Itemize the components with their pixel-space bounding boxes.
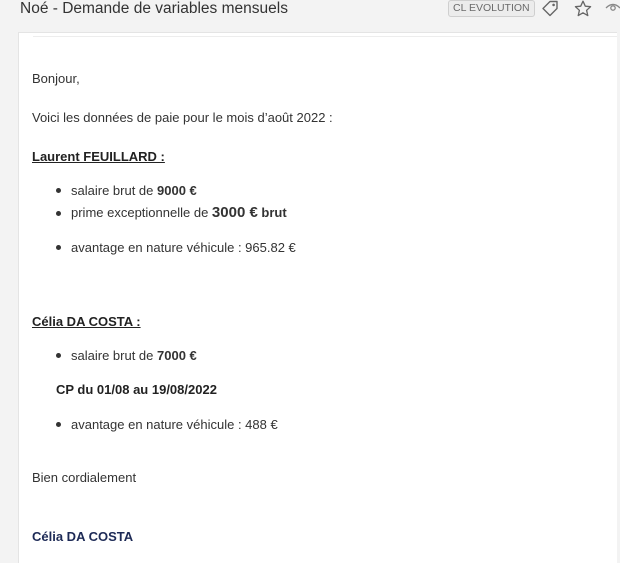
email-subject: Noé - Demande de variables mensuels [20, 0, 288, 17]
bullet [56, 211, 61, 216]
closing: Bien cordialement [32, 470, 137, 485]
email-body: Bonjour, Voici les données de paie pour … [18, 32, 617, 563]
intro-text: Voici les données de paie pour le mois d… [32, 110, 333, 125]
bullet [56, 353, 61, 358]
list-item: avantage en nature véhicule : 965.82 € [71, 240, 296, 255]
label-badge[interactable]: CL EVOLUTION [448, 0, 535, 17]
employee-name: Laurent FEUILLARD : [32, 149, 165, 164]
list-item: salaire brut de 7000 € [71, 348, 197, 363]
list-item: avantage en nature véhicule : 488 € [71, 417, 278, 432]
bullet [56, 188, 61, 193]
eye-icon[interactable] [605, 0, 620, 18]
greeting: Bonjour, [32, 71, 80, 86]
divider [33, 36, 617, 37]
signature-name: Célia DA COSTA [32, 529, 134, 544]
tag-icon[interactable] [540, 0, 560, 18]
list-item: salaire brut de 9000 € [71, 183, 197, 198]
bullet [56, 245, 61, 250]
message-header: Noé - Demande de variables mensuels CL E… [0, 0, 620, 26]
list-item: prime exceptionnelle de 3000 € brut [71, 204, 287, 221]
star-icon[interactable] [573, 0, 593, 18]
bullet [56, 422, 61, 427]
leave-note: CP du 01/08 au 19/08/2022 [56, 382, 217, 397]
employee-name: Célia DA COSTA : [32, 314, 141, 329]
